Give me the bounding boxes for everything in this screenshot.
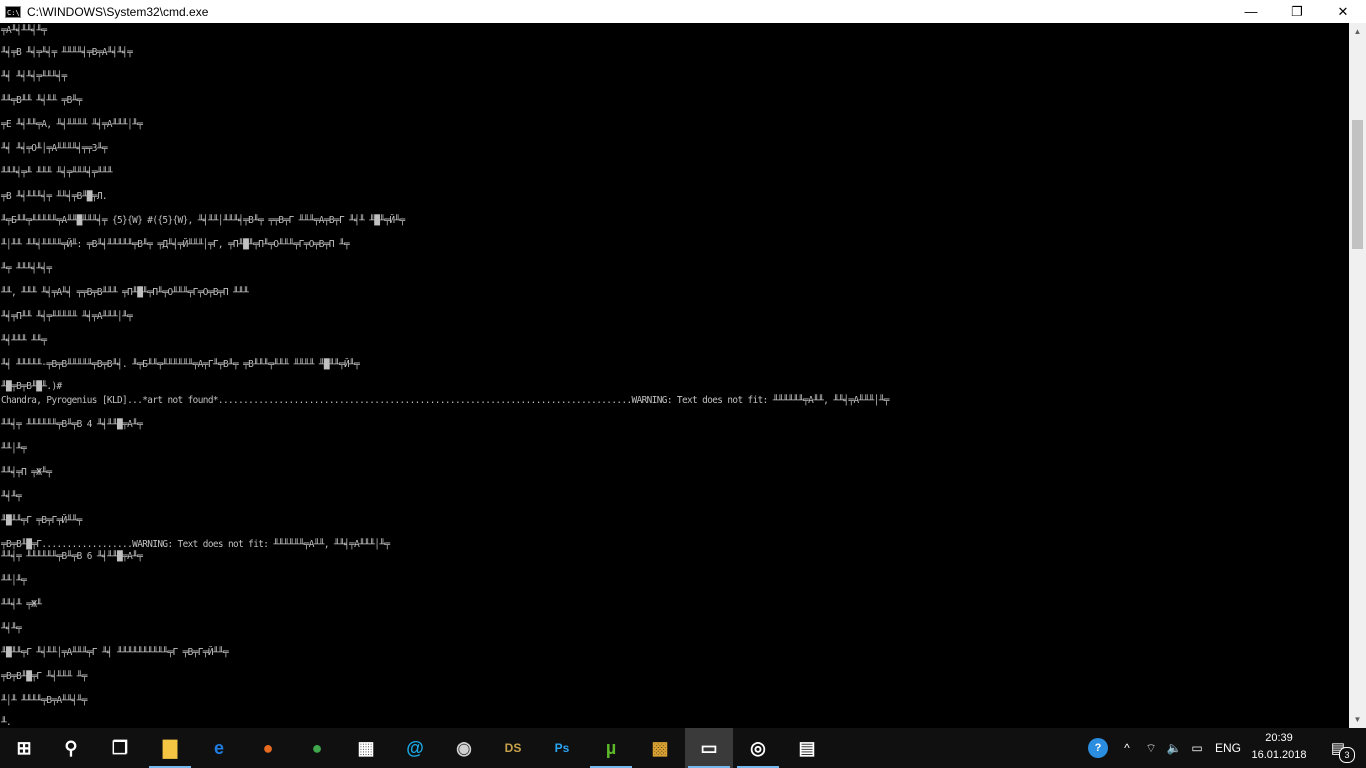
notepad-icon[interactable]: ▤ bbox=[783, 728, 831, 768]
photoshop-icon[interactable]: Ps bbox=[538, 728, 586, 768]
store-icon[interactable]: ▦ bbox=[342, 728, 390, 768]
console-line: ╨╨│╨╤ bbox=[1, 575, 27, 586]
console-line: ╨█╤В╤В╨█╨.)# bbox=[1, 381, 62, 392]
console-line: ╨│╨ ╨╨╨╨╤В╤А╨╨╡╨╤ bbox=[1, 695, 87, 706]
file-explorer-icon-glyph: ▇ bbox=[163, 737, 177, 758]
show-hidden-icons-chevron-icon[interactable]: ^ bbox=[1116, 728, 1138, 768]
camera-app-icon-glyph: ◉ bbox=[456, 737, 472, 758]
title-bar: C:\ C:\WINDOWS\System32\cmd.exe — ❐ ✕ bbox=[0, 0, 1366, 23]
start-button-glyph: ⊞ bbox=[16, 737, 32, 758]
file-explorer-icon[interactable]: ▇ bbox=[146, 728, 194, 768]
cmd-window-icon: C:\ bbox=[5, 5, 21, 18]
minimize-button[interactable]: — bbox=[1228, 0, 1274, 23]
notepad-icon-glyph: ▤ bbox=[798, 737, 816, 758]
cmd-icon-glyph: ▭ bbox=[700, 737, 718, 758]
console-line: ╨╨╡╤П ╤Ж╨╤ bbox=[1, 467, 52, 478]
media-app-icon[interactable]: ◎ bbox=[734, 728, 782, 768]
console-line: ╨. bbox=[1, 717, 12, 728]
utorrent-icon-glyph: µ bbox=[605, 737, 617, 758]
clock-date: 16.01.2018 bbox=[1251, 749, 1307, 761]
utorrent-icon[interactable]: µ bbox=[587, 728, 635, 768]
console-line: ╨│╨╨ ╨╨╡╨╨╨╨╤Й╨: ╤В╨╡╨╨╨╨╨╤В╨╤ ╤Д╨╡╤Й╨╨╨… bbox=[1, 239, 350, 250]
game-app-icon-glyph: ▩ bbox=[651, 737, 669, 758]
console-line: Chandra, Pyrogenius [KLD]...*art not fou… bbox=[1, 395, 889, 406]
scroll-down-arrow-icon[interactable]: ▼ bbox=[1349, 711, 1366, 728]
notification-count-badge: 3 bbox=[1339, 747, 1355, 763]
console-line: ╨╨╨╡╤╨ ╨╨╨ ╨╡╤╨╨╨╡╤╨╨╨ bbox=[1, 167, 113, 178]
battery-icon[interactable]: ▭ bbox=[1186, 728, 1208, 768]
store-icon-glyph: ▦ bbox=[357, 737, 375, 758]
console-line: ╤В╤В╨█╤Г ╨╡╨╨╨ ╨╤ bbox=[1, 671, 87, 682]
vertical-scrollbar[interactable]: ▲ ▼ bbox=[1349, 23, 1366, 728]
console-line: ╨╨, ╨╨╨ ╨╡╤А╨╡ ╤╤В╤В╨╨╨ ╤П╨█╨╤П╨╤О╨╨╨╤Г╤… bbox=[1, 287, 249, 298]
network-icon[interactable]: ⌔ bbox=[1140, 728, 1162, 768]
edge-icon-glyph: e bbox=[213, 737, 224, 758]
scrollbar-thumb[interactable] bbox=[1352, 120, 1363, 249]
console-line: ╨█╨╨╤Г ╤В╤Г╤Й╨╨╤ bbox=[1, 515, 82, 526]
taskbar: ⊞ ⚲ ❐ ▇ e ● ● ▦ @ ◉ DS Ps µ ▩ ▭ ◎ ▤ ? ^ ⌔ 🔈 ▭ ENG 20:39 … bbox=[0, 728, 1366, 768]
task-view-button[interactable]: ❐ bbox=[96, 728, 144, 768]
console-line: ╨╨╡╤ ╨╨╨╨╨╨╤В╨╤В 6 ╨╡╨╨█╤А╨╤ bbox=[1, 551, 143, 562]
search-button-glyph: ⚲ bbox=[64, 737, 78, 758]
chrome-icon-glyph: ● bbox=[311, 737, 323, 758]
restore-button[interactable]: ❐ bbox=[1274, 0, 1320, 23]
photoshop-icon-glyph: Ps bbox=[554, 741, 570, 755]
console-line: ╨╡╨╤ bbox=[1, 491, 22, 502]
console-line: ╨╡ ╨╨╨╨╨-╤В╤В╨╨╨╨╨╤В╤В╨╡. ╨╤Б╨╨╤╨╨╨╨╨╨╤А… bbox=[1, 359, 360, 370]
console-line: ╤А╨╡╨╨╡╨╤ bbox=[1, 25, 47, 36]
ds-app-icon[interactable]: DS bbox=[489, 728, 537, 768]
help-icon[interactable]: ? bbox=[1085, 728, 1111, 768]
console-line: ╨╤Б╨╨╤╨╨╨╨╨╤А╨╨█╨╨╨╡╤ {5}{W} #({5}{W}, ╨… bbox=[1, 215, 405, 226]
cmd-icon[interactable]: ▭ bbox=[685, 728, 733, 768]
console-line: ╨╨│╨╤ bbox=[1, 443, 27, 454]
ds-app-icon-glyph: DS bbox=[504, 741, 522, 755]
media-app-icon-glyph: ◎ bbox=[750, 737, 766, 758]
console-line: ╨╨╡╤ ╨╨╨╨╨╨╤В╨╤В 4 ╨╡╨╨█╤А╨╤ bbox=[1, 419, 143, 430]
console-line: ╨╡╤П╨╨ ╨╡╤╨╨╨╨╨ ╨╡╤А╨╨╨│╨╤ bbox=[1, 311, 133, 322]
camera-app-icon[interactable]: ◉ bbox=[440, 728, 488, 768]
console-line: ╨█╨╨╤Г ╨╡╨╨│╤А╨╨╨╤Г ╨╡ ╨╨╨╨╨╨╨╨╨╨╤Г ╤В╤Г… bbox=[1, 647, 229, 658]
console-line: ╨╡╨╨╨ ╨╨╤ bbox=[1, 335, 47, 346]
clock-time: 20:39 bbox=[1265, 732, 1293, 744]
console-line: ╤Е ╨╡╨╨╤А, ╨╡╨╨╨╨ ╨╡╤А╨╨╨│╨╤ bbox=[1, 119, 143, 130]
notification-center-icon[interactable]: ▤ 3 bbox=[1318, 728, 1358, 768]
mail-icon[interactable]: @ bbox=[391, 728, 439, 768]
volume-icon[interactable]: 🔈 bbox=[1163, 728, 1185, 768]
scroll-up-arrow-icon[interactable]: ▲ bbox=[1349, 23, 1366, 40]
console-line: ╨╡╤В ╨╡╤╨╡╤ ╨╨╨╨╡╤В╤А╨╡╨╡╤ bbox=[1, 47, 133, 58]
language-indicator[interactable]: ENG bbox=[1210, 728, 1246, 768]
console-line: ╨╡ ╨╡╤О╨│╤А╨╨╨╨╡╤╤З╨╤ bbox=[1, 143, 108, 154]
clock[interactable]: 20:39 16.01.2018 bbox=[1246, 730, 1312, 764]
chrome-icon[interactable]: ● bbox=[293, 728, 341, 768]
close-button[interactable]: ✕ bbox=[1320, 0, 1366, 23]
console-line: ╤В╤В╨█╤Г..................WARNING: Text … bbox=[1, 539, 390, 550]
console-line: ╨╨╡╨ ╤Ж╨ bbox=[1, 599, 42, 610]
console-line: ╨╡╨╤ bbox=[1, 623, 22, 634]
console-line: ╨╨╤В╨╨ ╨╡╨╨ ╤В╨╤ bbox=[1, 95, 82, 106]
game-app-icon[interactable]: ▩ bbox=[636, 728, 684, 768]
window-title: C:\WINDOWS\System32\cmd.exe bbox=[27, 4, 209, 19]
console-line: ╤В ╨╡╨╨╨╡╤ ╨╨╡╤В╨█╤Л. bbox=[1, 191, 108, 202]
mail-icon-glyph: @ bbox=[406, 737, 424, 758]
task-view-button-glyph: ❐ bbox=[111, 737, 129, 758]
firefox-icon-glyph: ● bbox=[262, 737, 274, 758]
firefox-icon[interactable]: ● bbox=[244, 728, 292, 768]
edge-icon[interactable]: e bbox=[195, 728, 243, 768]
search-button[interactable]: ⚲ bbox=[47, 728, 95, 768]
console-line: ╨╤ ╨╨╨╡╨╡╤ bbox=[1, 263, 52, 274]
console-line: ╨╡ ╨╡╨╡╤╨╨╨╡╤ bbox=[1, 71, 67, 82]
start-button[interactable]: ⊞ bbox=[0, 728, 48, 768]
console-output[interactable]: ╤А╨╡╨╨╡╨╤ ╨╡╤В ╨╡╤╨╡╤ ╨╨╨╨╡╤В╤А╨╡╨╡╤ ╨╡ ╨╡… bbox=[0, 23, 1349, 728]
